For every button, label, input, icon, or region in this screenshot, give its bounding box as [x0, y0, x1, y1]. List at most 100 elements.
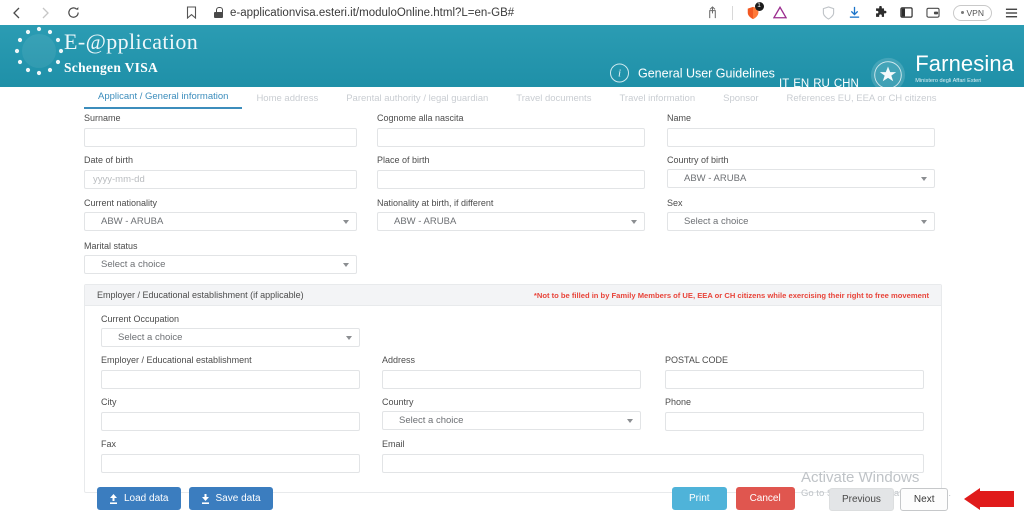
field-group-country: Country Select a choice — [382, 397, 641, 430]
country-select[interactable]: Select a choice — [382, 411, 641, 430]
vpn-status-dot — [960, 11, 964, 14]
vpn-button[interactable]: VPN — [952, 4, 992, 21]
sidebar-toggle-icon[interactable] — [899, 6, 913, 19]
chevron-down-icon — [631, 219, 637, 224]
chevron-down-icon — [346, 335, 352, 340]
info-icon: i — [610, 63, 629, 83]
place-of-birth-input[interactable] — [377, 170, 645, 189]
field-group-surname: Surname — [84, 113, 357, 147]
download-icon — [201, 493, 210, 504]
form-actions: Print Cancel — [672, 487, 795, 510]
address-input[interactable] — [382, 370, 641, 389]
site-header: E-@pplication Schengen VISA i General Us… — [0, 25, 1024, 95]
marital-status-label: Marital status — [84, 241, 138, 251]
browser-right-icons: 1 VPN — [706, 0, 1018, 25]
vpn-label: VPN — [966, 7, 984, 18]
tab-sponsor[interactable]: Sponsor — [709, 93, 772, 109]
chevron-down-icon — [627, 418, 633, 423]
cognome-alla-nascita-input[interactable] — [377, 128, 645, 147]
employer-panel-body: Current Occupation Select a choice Emplo… — [85, 306, 941, 492]
download-icon[interactable] — [848, 6, 861, 19]
fax-input[interactable] — [101, 454, 360, 473]
marital-status-select[interactable]: Select a choice — [84, 255, 357, 274]
applicant-form: Surname Cognome alla nascita Name Date o… — [0, 109, 1024, 528]
tab-references-eu[interactable]: References EU, EEA or CH citizens — [773, 93, 951, 109]
phone-input[interactable] — [665, 412, 924, 431]
country-value: Select a choice — [399, 415, 464, 426]
sex-label: Sex — [667, 198, 683, 208]
general-user-guidelines-link[interactable]: i General User Guidelines — [610, 63, 775, 83]
menu-icon[interactable] — [1005, 7, 1018, 19]
country-label: Country — [382, 397, 414, 407]
fax-label: Fax — [101, 439, 117, 449]
triangle-extension-icon[interactable] — [772, 6, 787, 19]
save-data-button[interactable]: Save data — [188, 487, 273, 510]
current-nationality-select[interactable]: ABW - ARUBA — [84, 212, 357, 231]
field-group-nationality-at-birth: Nationality at birth, if different ABW -… — [377, 198, 645, 231]
email-label: Email — [382, 439, 405, 449]
surname-label: Surname — [84, 113, 121, 123]
postal-code-input[interactable] — [665, 370, 924, 389]
country-of-birth-select[interactable]: ABW - ARUBA — [667, 169, 935, 188]
reload-icon[interactable] — [64, 4, 82, 22]
chevron-down-icon — [343, 219, 349, 224]
email-input[interactable] — [382, 454, 924, 473]
lock-icon — [214, 7, 223, 18]
tab-travel-documents[interactable]: Travel documents — [502, 93, 605, 109]
surname-input[interactable] — [84, 128, 357, 147]
field-group-name: Name — [667, 113, 935, 147]
country-of-birth-value: ABW - ARUBA — [684, 173, 747, 184]
employer-label: Employer / Educational establishment — [101, 355, 252, 365]
save-data-label: Save data — [215, 493, 261, 504]
tab-applicant-general-information[interactable]: Applicant / General information — [84, 91, 243, 109]
wallet-icon[interactable] — [925, 6, 940, 19]
upload-icon — [109, 493, 118, 504]
sex-value: Select a choice — [684, 216, 749, 227]
field-group-phone: Phone — [665, 397, 924, 431]
date-of-birth-input[interactable] — [84, 170, 357, 189]
field-group-current-occupation: Current Occupation Select a choice — [101, 314, 360, 347]
chevron-down-icon — [343, 262, 349, 267]
field-group-place-of-birth: Place of birth — [377, 155, 645, 189]
previous-button[interactable]: Previous — [829, 488, 894, 511]
employer-panel-note: *Not to be filled in by Family Members o… — [533, 290, 929, 300]
address-label: Address — [382, 355, 416, 365]
name-input[interactable] — [667, 128, 935, 147]
shield-outline-icon[interactable] — [822, 5, 835, 20]
forward-arrow-icon[interactable] — [36, 4, 54, 22]
tab-parental-authority[interactable]: Parental authority / legal guardian — [332, 93, 502, 109]
address-bar[interactable]: e-applicationvisa.esteri.it/moduloOnline… — [214, 7, 514, 19]
marital-status-value: Select a choice — [101, 259, 166, 270]
tab-travel-information[interactable]: Travel information — [605, 93, 709, 109]
country-of-birth-label: Country of birth — [667, 155, 729, 165]
load-data-button[interactable]: Load data — [97, 487, 181, 510]
site-brand: E-@pplication Schengen VISA — [64, 31, 198, 76]
postal-code-label: POSTAL CODE — [665, 355, 729, 365]
browser-toolbar: e-applicationvisa.esteri.it/moduloOnline… — [0, 0, 1024, 25]
brand-title: E-@pplication — [64, 29, 199, 54]
chevron-down-icon — [921, 176, 927, 181]
current-occupation-select[interactable]: Select a choice — [101, 328, 360, 347]
share-icon[interactable] — [706, 6, 719, 19]
employer-input[interactable] — [101, 370, 360, 389]
cognome-alla-nascita-label: Cognome alla nascita — [377, 113, 464, 123]
ministry-name: Farnesina — [915, 51, 1014, 76]
browser-window: e-applicationvisa.esteri.it/moduloOnline… — [0, 0, 1024, 528]
city-input[interactable] — [101, 412, 360, 431]
brave-shield-icon[interactable]: 1 — [746, 1, 764, 20]
puzzle-extension-icon[interactable] — [874, 6, 887, 19]
print-button[interactable]: Print — [672, 487, 727, 510]
field-group-marital-status: Marital status Select a choice — [84, 241, 357, 274]
back-arrow-icon[interactable] — [8, 4, 26, 22]
current-occupation-value: Select a choice — [118, 332, 183, 343]
navigation-buttons — [0, 4, 82, 22]
bookmark-icon[interactable] — [182, 4, 200, 22]
employer-panel-title: Employer / Educational establishment (if… — [97, 290, 304, 300]
nationality-at-birth-select[interactable]: ABW - ARUBA — [377, 212, 645, 231]
sex-select[interactable]: Select a choice — [667, 212, 935, 231]
tab-home-address[interactable]: Home address — [242, 93, 332, 109]
place-of-birth-label: Place of birth — [377, 155, 430, 165]
cancel-button[interactable]: Cancel — [735, 487, 795, 510]
red-pointer-arrow — [964, 488, 1014, 510]
toolbar-separator — [731, 5, 733, 20]
